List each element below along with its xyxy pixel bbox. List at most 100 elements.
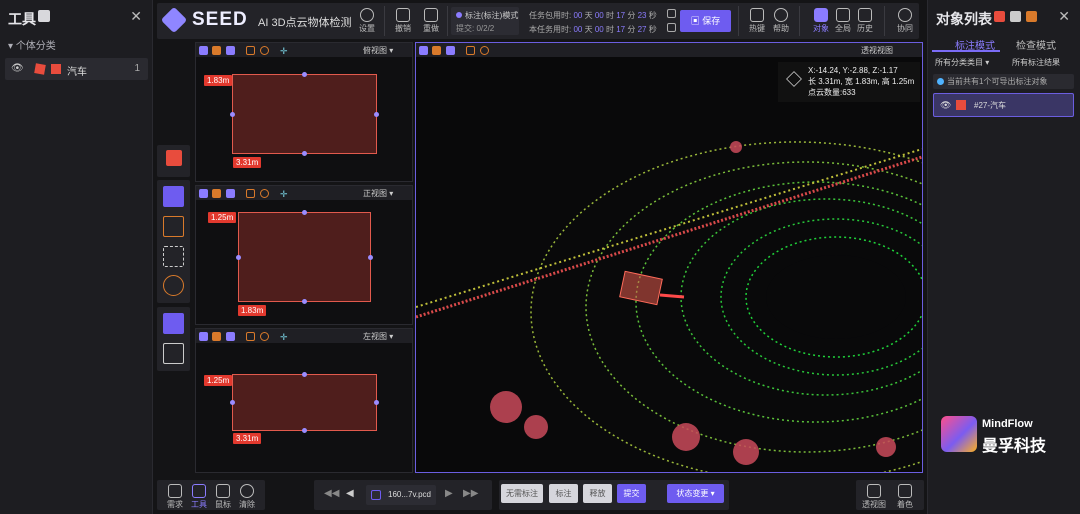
length-label: 3.31m: [233, 433, 262, 444]
resize-handle[interactable]: [236, 255, 241, 260]
cube-view-icon[interactable]: [199, 332, 208, 341]
fit-icon[interactable]: [246, 189, 255, 198]
fit-icon[interactable]: [246, 46, 255, 55]
resize-handle[interactable]: [230, 112, 235, 117]
category-item-car[interactable]: 👁 汽车 1: [5, 58, 148, 80]
file-name-box[interactable]: 160...7v.pcd: [366, 485, 436, 505]
left-panel: 工具 ✕ ▾ 个体分类 👁 汽车 1: [0, 0, 153, 514]
add-cube-icon[interactable]: [166, 150, 182, 166]
resize-handle[interactable]: [230, 400, 235, 405]
move-icon[interactable]: ✛: [280, 189, 289, 199]
resize-handle[interactable]: [302, 428, 307, 433]
resize-handle[interactable]: [368, 255, 373, 260]
category-filter[interactable]: 所有分类类目 ▾: [935, 57, 989, 68]
object-item[interactable]: 👁 #27-汽车: [933, 93, 1074, 117]
file-name: 160...7v.pcd: [388, 490, 431, 499]
fit-tool-icon[interactable]: [163, 246, 184, 267]
mindflow-logo-icon: [941, 416, 977, 452]
view-select[interactable]: 俯视图 ▾: [363, 45, 393, 56]
prev-file-icon[interactable]: ◀: [346, 488, 354, 499]
front-view[interactable]: ✛ 正视图 ▾ 1.25m 1.83m: [195, 185, 413, 325]
refresh-icon[interactable]: [260, 189, 269, 198]
mode-indicator[interactable]: 标注(标注)模式 提交: 0/2/2: [451, 7, 519, 35]
no-annotation-button[interactable]: 无需标注: [501, 484, 543, 503]
move-icon[interactable]: ✛: [280, 332, 289, 342]
cube-red-icon[interactable]: [994, 11, 1005, 22]
square-icon[interactable]: [1010, 11, 1021, 22]
tab-check[interactable]: 检查模式: [1016, 37, 1056, 52]
rotate-tool-icon[interactable]: [163, 275, 184, 296]
resize-handle[interactable]: [302, 372, 307, 377]
task-timer: 任务包用时: 00 天 00 时 17 分 23 秒: [529, 11, 657, 20]
collab-button[interactable]: 协同: [891, 8, 919, 34]
move-icon[interactable]: ✛: [280, 46, 289, 56]
cube-view-icon[interactable]: [199, 46, 208, 55]
bbox-front[interactable]: [238, 212, 371, 302]
cube-icon: [34, 63, 46, 75]
color-cube-icon[interactable]: [212, 189, 221, 198]
undo-button[interactable]: 撤销: [389, 8, 417, 34]
top-view[interactable]: ✛ 俯视图 ▾ 1.83m 3.31m: [195, 42, 413, 182]
resize-handle[interactable]: [302, 210, 307, 215]
state-change-button[interactable]: 状态变更 ▾: [667, 484, 724, 503]
layout-alt-icon[interactable]: [163, 343, 184, 364]
orange-icon[interactable]: [1026, 11, 1037, 22]
axis-tool-icon[interactable]: [163, 216, 184, 237]
redo-button[interactable]: 重做: [417, 8, 445, 34]
view-select[interactable]: 左视图 ▾: [363, 331, 393, 342]
perspective-view[interactable]: 透视视图 X:-14.24, Y:-2.88, Z:-1.17 长 3.31m,…: [415, 42, 923, 473]
color-button[interactable]: 着色: [891, 484, 919, 510]
color-swatch: [51, 64, 61, 74]
resize-handle[interactable]: [374, 400, 379, 405]
category-count: 1: [134, 63, 140, 74]
layout-icon[interactable]: [163, 313, 184, 334]
submit-progress: 提交: 0/2/2: [456, 24, 495, 33]
close-icon[interactable]: ✕: [130, 8, 142, 25]
resize-handle[interactable]: [302, 299, 307, 304]
resize-handle[interactable]: [374, 112, 379, 117]
bbox-top[interactable]: [232, 74, 377, 154]
color-cube-icon[interactable]: [432, 46, 441, 55]
color-cube-icon[interactable]: [212, 332, 221, 341]
history-icon: [858, 8, 872, 22]
perspective-button[interactable]: 透视图: [860, 484, 888, 510]
release-button[interactable]: 释放: [583, 484, 612, 503]
select-tool-icon[interactable]: [163, 186, 184, 207]
cube-view-icon[interactable]: [199, 189, 208, 198]
history-button[interactable]: 历史: [851, 8, 879, 34]
save-button[interactable]: 保存: [680, 10, 731, 32]
bbox-side[interactable]: [232, 374, 377, 431]
fit-icon[interactable]: [466, 46, 475, 55]
category-header[interactable]: ▾ 个体分类: [8, 37, 56, 52]
first-file-icon[interactable]: ◀◀: [324, 488, 339, 499]
coords: X:-14.24, Y:-2.88, Z:-1.17: [808, 66, 898, 75]
box-icon[interactable]: [446, 46, 455, 55]
help-button[interactable]: 帮助: [767, 8, 795, 34]
box-icon[interactable]: [226, 332, 235, 341]
result-filter[interactable]: 所有标注结果: [1012, 57, 1060, 68]
panel-toggle-icon[interactable]: [38, 10, 50, 22]
view-select[interactable]: 正视图 ▾: [363, 188, 393, 199]
eye-icon[interactable]: 👁: [940, 100, 951, 111]
refresh-icon[interactable]: [480, 46, 489, 55]
eye-icon[interactable]: 👁: [11, 63, 24, 74]
tag-icon[interactable]: [667, 9, 676, 18]
fit-icon[interactable]: [246, 332, 255, 341]
annotate-button[interactable]: 标注: [549, 484, 578, 503]
color-cube-icon[interactable]: [212, 46, 221, 55]
clipboard-icon[interactable]: [667, 23, 676, 32]
clear-button[interactable]: 清除: [233, 484, 261, 510]
box-icon[interactable]: [226, 189, 235, 198]
next-file-icon[interactable]: ▶: [445, 488, 453, 499]
settings-button[interactable]: 设置: [353, 8, 381, 34]
close-icon[interactable]: ✕: [1058, 8, 1070, 25]
last-file-icon[interactable]: ▶▶: [463, 488, 478, 499]
resize-handle[interactable]: [302, 72, 307, 77]
side-view[interactable]: ✛ 左视图 ▾ 1.25m 3.31m: [195, 328, 413, 473]
submit-button[interactable]: 提交: [617, 484, 646, 503]
cube-view-icon[interactable]: [419, 46, 428, 55]
resize-handle[interactable]: [302, 151, 307, 156]
box-icon[interactable]: [226, 46, 235, 55]
refresh-icon[interactable]: [260, 332, 269, 341]
refresh-icon[interactable]: [260, 46, 269, 55]
